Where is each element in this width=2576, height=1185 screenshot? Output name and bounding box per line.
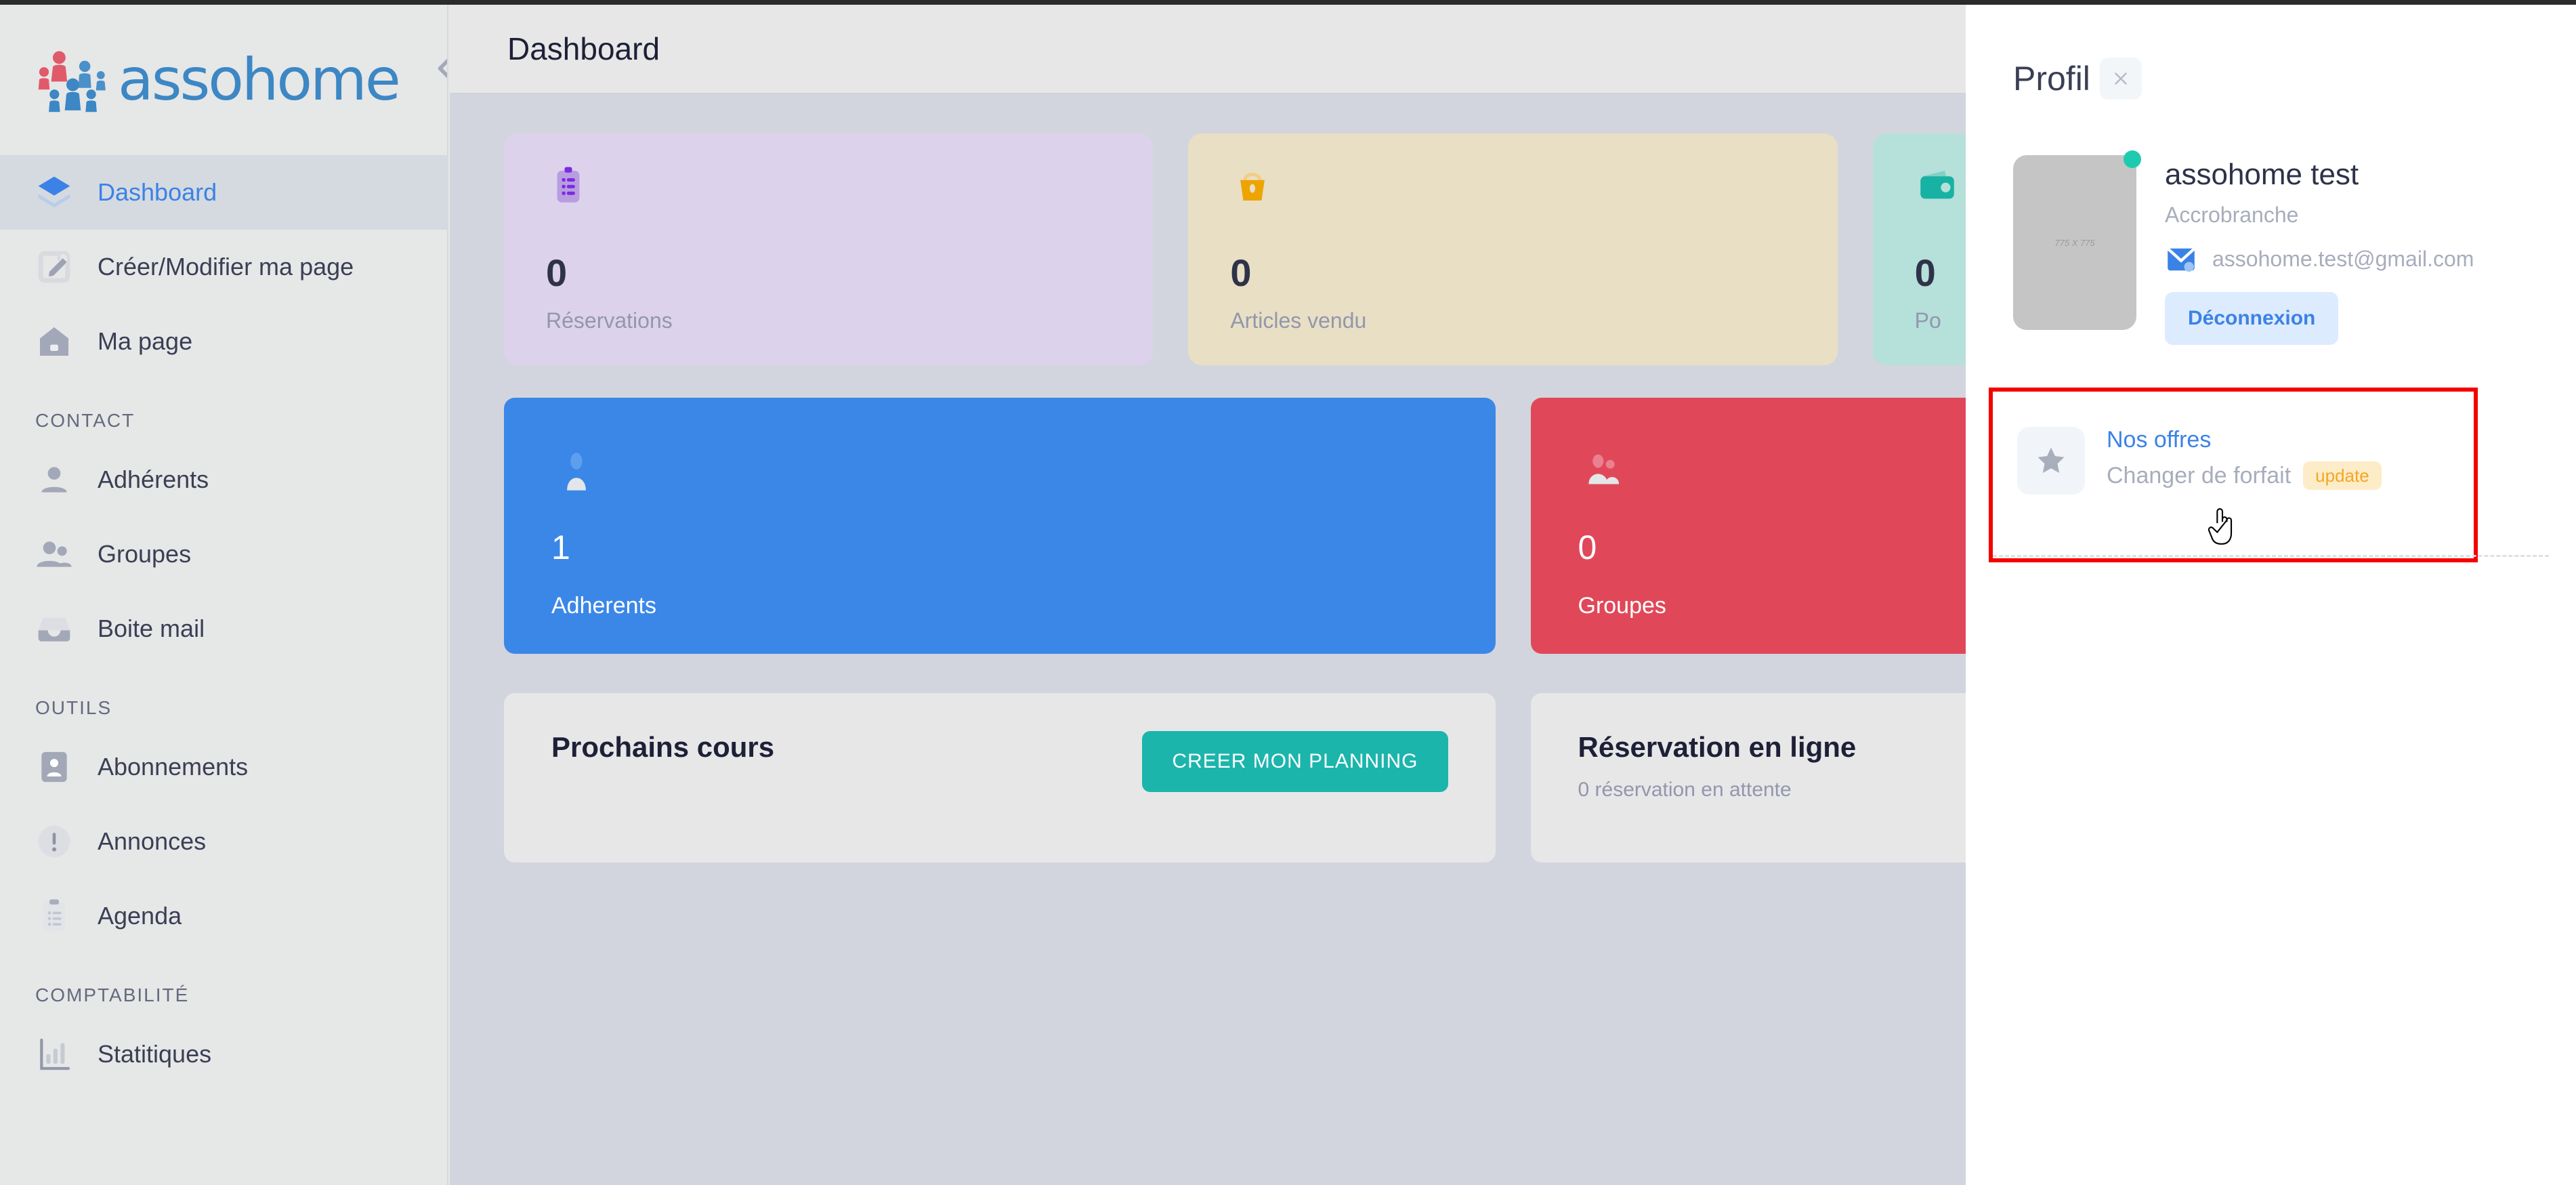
- sidebar-item-ma-page[interactable]: Ma page: [0, 304, 447, 379]
- sidebar-item-dashboard[interactable]: Dashboard: [0, 155, 447, 230]
- creer-mon-planning-button[interactable]: CREER MON PLANNING: [1142, 731, 1448, 792]
- shopping-basket-icon: [1230, 173, 1275, 211]
- window-top-strip: [0, 0, 2576, 5]
- stat-value: 0: [1230, 251, 1252, 294]
- assohome-logo-icon: [35, 40, 115, 120]
- sidebar-collapse-button[interactable]: [427, 47, 447, 90]
- stat-label: Articles vendu: [1230, 308, 1367, 333]
- sidebar-item-label: Abonnements: [98, 753, 249, 781]
- big-card-value: 0: [1578, 528, 1597, 566]
- profile-panel: Profil 775 X 775 assohome test Accrobran…: [1966, 5, 2576, 1185]
- profile-user-organization: Accrobranche: [2165, 203, 2299, 227]
- contact-card-icon: [35, 748, 73, 786]
- big-card-label: Groupes: [1578, 593, 1666, 619]
- sidebar-section-outils: OUTILS: [35, 697, 112, 718]
- sidebar-section-comptabilite: COMPTABILITÉ: [35, 984, 190, 1005]
- clipboard-icon: [546, 167, 591, 211]
- big-card-label: Adherents: [551, 593, 656, 619]
- sidebar-item-label: Agenda: [98, 902, 182, 930]
- stat-label: Réservations: [546, 308, 673, 333]
- profile-email-row: assohome.test@gmail.com: [2165, 247, 2474, 272]
- sidebar-item-creer-modifier[interactable]: Créer/Modifier ma page: [0, 230, 447, 304]
- profile-user-email: assohome.test@gmail.com: [2212, 247, 2474, 271]
- profile-user-meta: assohome test Accrobranche assohome.test…: [2165, 155, 2474, 345]
- inbox-icon: [35, 610, 73, 648]
- sidebar-item-abonnements[interactable]: Abonnements: [0, 730, 447, 804]
- section-divider: [1993, 555, 2549, 557]
- brand[interactable]: assohome: [0, 5, 447, 155]
- nos-offres-title: Nos offres: [2107, 427, 2212, 453]
- layers-icon: [35, 173, 73, 211]
- sidebar-item-label: Adhérents: [98, 465, 209, 493]
- profile-user-name: assohome test: [2165, 158, 2359, 191]
- stat-label: Po: [1914, 308, 1941, 333]
- stat-card-articles-vendu[interactable]: 0 Articles vendu: [1188, 133, 1838, 365]
- sidebar-item-label: Boite mail: [98, 615, 205, 642]
- avatar[interactable]: 775 X 775: [2013, 150, 2141, 345]
- person-icon: [35, 461, 73, 499]
- sidebar-item-boite-mail[interactable]: Boite mail: [0, 591, 447, 666]
- sidebar-item-label: Ma page: [98, 327, 193, 355]
- clipboard-list-icon: [35, 897, 73, 935]
- profile-header: Profil: [1966, 5, 2576, 100]
- mail-icon: [2165, 247, 2197, 272]
- sidebar-item-groupes[interactable]: Groupes: [0, 517, 447, 591]
- bar-chart-icon: [35, 1035, 73, 1073]
- sidebar-item-adherents[interactable]: Adhérents: [0, 442, 447, 517]
- people-icon: [35, 535, 73, 573]
- star-icon: [2017, 427, 2085, 495]
- app-root: assohome Dashboard Créer/Modifier ma pag…: [0, 0, 2576, 1185]
- brand-wordmark: assohome: [118, 46, 401, 114]
- sidebar-section-contact: CONTACT: [35, 410, 135, 431]
- sidebar-item-label: Dashboard: [98, 178, 217, 206]
- nos-offres-card[interactable]: Nos offres Changer de forfait update: [1989, 388, 2478, 562]
- sidebar-item-label: Groupes: [98, 540, 192, 568]
- sidebar: assohome Dashboard Créer/Modifier ma pag…: [0, 5, 448, 1185]
- sidebar-item-label: Annonces: [98, 827, 207, 855]
- sidebar-item-label: Créer/Modifier ma page: [98, 253, 354, 280]
- big-card-adherents[interactable]: 1 Adherents: [504, 398, 1496, 654]
- profile-panel-title: Profil: [2013, 60, 2090, 98]
- edit-square-icon: [35, 248, 73, 286]
- close-icon[interactable]: [2099, 58, 2142, 100]
- alert-circle-icon: [35, 823, 73, 860]
- avatar-placeholder-dimensions: 775 X 775: [2054, 237, 2095, 248]
- status-dot-icon: [2124, 150, 2141, 168]
- nos-offres-subtitle: Changer de forfait: [2107, 462, 2292, 488]
- home-icon: [35, 323, 73, 360]
- wallet-icon: [1915, 171, 1960, 211]
- sidebar-item-annonces[interactable]: Annonces: [0, 804, 447, 879]
- profile-user-block: 775 X 775 assohome test Accrobranche ass…: [1966, 100, 2576, 345]
- panel-prochains-cours: Prochains cours CREER MON PLANNING: [504, 693, 1496, 862]
- stat-card-reservations[interactable]: 0 Réservations: [504, 133, 1154, 365]
- person-icon: [551, 453, 601, 499]
- sidebar-item-label: Statitiques: [98, 1040, 212, 1068]
- page-title: Dashboard: [507, 31, 660, 66]
- logout-button[interactable]: Déconnexion: [2165, 292, 2339, 345]
- stat-value: 0: [1914, 251, 1936, 294]
- sidebar-item-agenda[interactable]: Agenda: [0, 879, 447, 953]
- big-card-value: 1: [551, 528, 570, 566]
- people-icon: [1578, 454, 1628, 499]
- sidebar-item-statitiques[interactable]: Statitiques: [0, 1017, 447, 1092]
- update-badge: update: [2303, 461, 2382, 491]
- panel-title: Prochains cours: [551, 731, 775, 763]
- stat-value: 0: [546, 251, 568, 294]
